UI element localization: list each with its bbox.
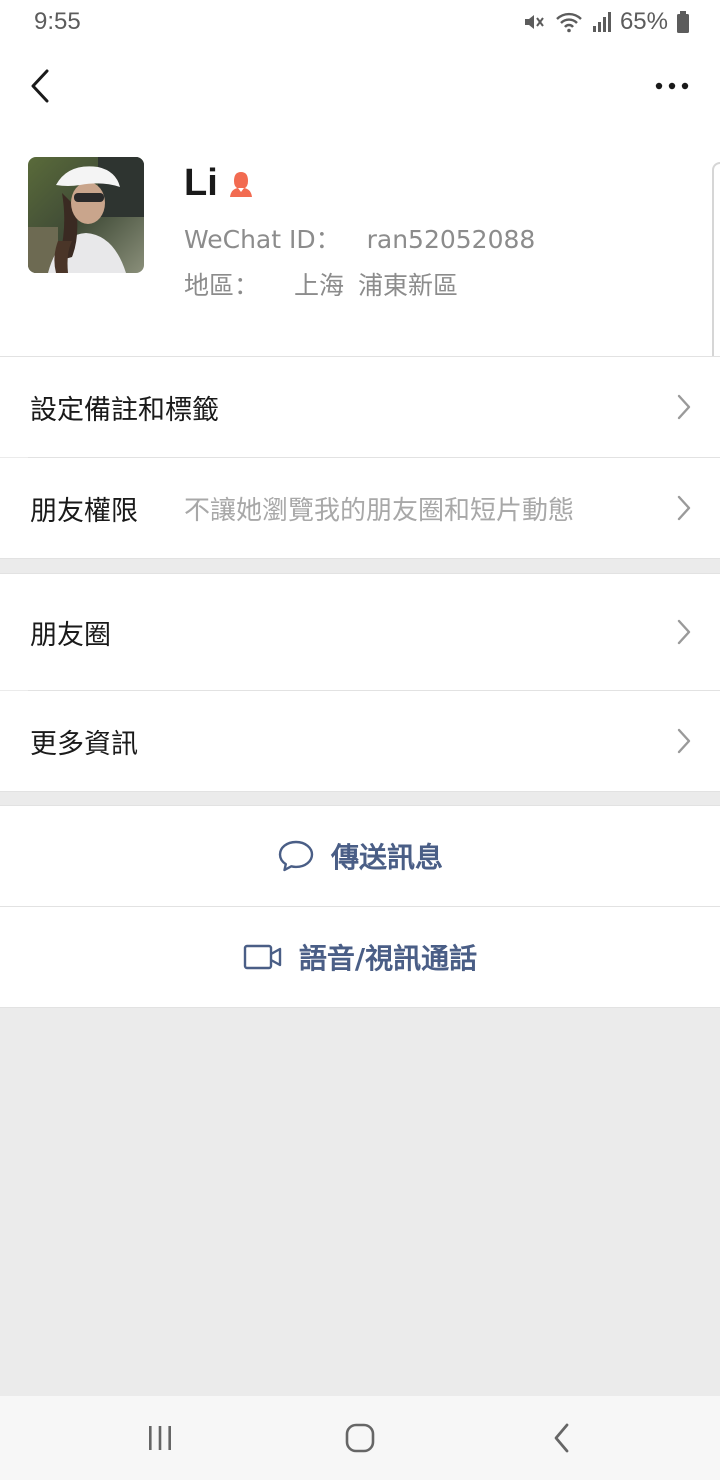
chevron-right-icon: [677, 619, 691, 645]
profile-name: Li: [184, 162, 218, 204]
recent-apps-icon: [149, 1426, 171, 1450]
chat-bubble-icon: [278, 840, 314, 872]
status-bar: 9:55 65%: [0, 0, 720, 44]
region-row: 地區： 上海 浦東新區: [184, 266, 458, 302]
send-message-label: 傳送訊息: [330, 841, 443, 874]
home-button[interactable]: [340, 1420, 380, 1456]
more-info-label: 更多資訊: [30, 728, 138, 760]
friend-permissions-row[interactable]: 朋友權限 不讓她瀏覽我的朋友圈和短片動態: [0, 458, 720, 558]
moments-row[interactable]: 朋友圈: [0, 574, 720, 690]
wechat-id-value: ran52052088: [366, 225, 536, 254]
video-camera-icon: [243, 944, 282, 970]
name-row: Li: [184, 162, 256, 205]
profile-header: Li WeChat ID： ran52052088 地區： 上海 浦東新區: [0, 132, 720, 450]
avatar-image: [28, 157, 144, 273]
recent-apps-button[interactable]: [140, 1420, 180, 1456]
more-dots-icon: [655, 82, 689, 90]
battery-level: 65%: [619, 8, 668, 35]
back-arrow-icon: [554, 1423, 569, 1453]
wifi-icon: [556, 12, 582, 33]
more-info-row[interactable]: 更多資訊: [0, 691, 720, 791]
home-icon: [345, 1423, 375, 1453]
system-back-button[interactable]: [542, 1420, 582, 1456]
battery-icon: [677, 11, 689, 33]
avatar[interactable]: [28, 157, 144, 273]
region-city: 上海: [294, 271, 345, 300]
more-options-button[interactable]: [652, 66, 692, 106]
top-bar: [0, 44, 720, 132]
chevron-right-icon: [677, 728, 691, 754]
region-district: 浦東新區: [358, 271, 459, 300]
system-navigation-bar: [0, 1396, 720, 1480]
divider: [0, 791, 720, 792]
signal-icon: [592, 12, 611, 32]
set-remarks-label: 設定備註和標籤: [30, 394, 219, 426]
status-time: 9:55: [34, 8, 81, 35]
region-label: 地區：: [184, 271, 260, 300]
voice-video-call-button[interactable]: 語音/視訊通話: [0, 907, 720, 1007]
voice-video-call-label: 語音/視訊通話: [298, 942, 478, 975]
divider: [0, 1007, 720, 1008]
moments-label: 朋友圈: [30, 619, 111, 651]
set-remarks-row[interactable]: 設定備註和標籤: [0, 357, 720, 457]
status-icons: 65%: [522, 8, 690, 36]
back-button[interactable]: [20, 64, 60, 108]
friend-permissions-value: 不讓她瀏覽我的朋友圈和短片動態: [184, 495, 575, 526]
send-message-button[interactable]: 傳送訊息: [0, 806, 720, 906]
friend-permissions-label: 朋友權限: [30, 495, 138, 527]
chevron-left-icon: [31, 69, 49, 103]
chevron-right-icon: [677, 394, 691, 420]
chevron-right-icon: [677, 495, 691, 521]
wechat-id-row: WeChat ID： ran52052088: [184, 220, 535, 256]
divider: [0, 558, 720, 559]
female-icon: [229, 171, 252, 197]
mute-icon: [524, 15, 544, 29]
wechat-id-label: WeChat ID：: [184, 225, 341, 254]
